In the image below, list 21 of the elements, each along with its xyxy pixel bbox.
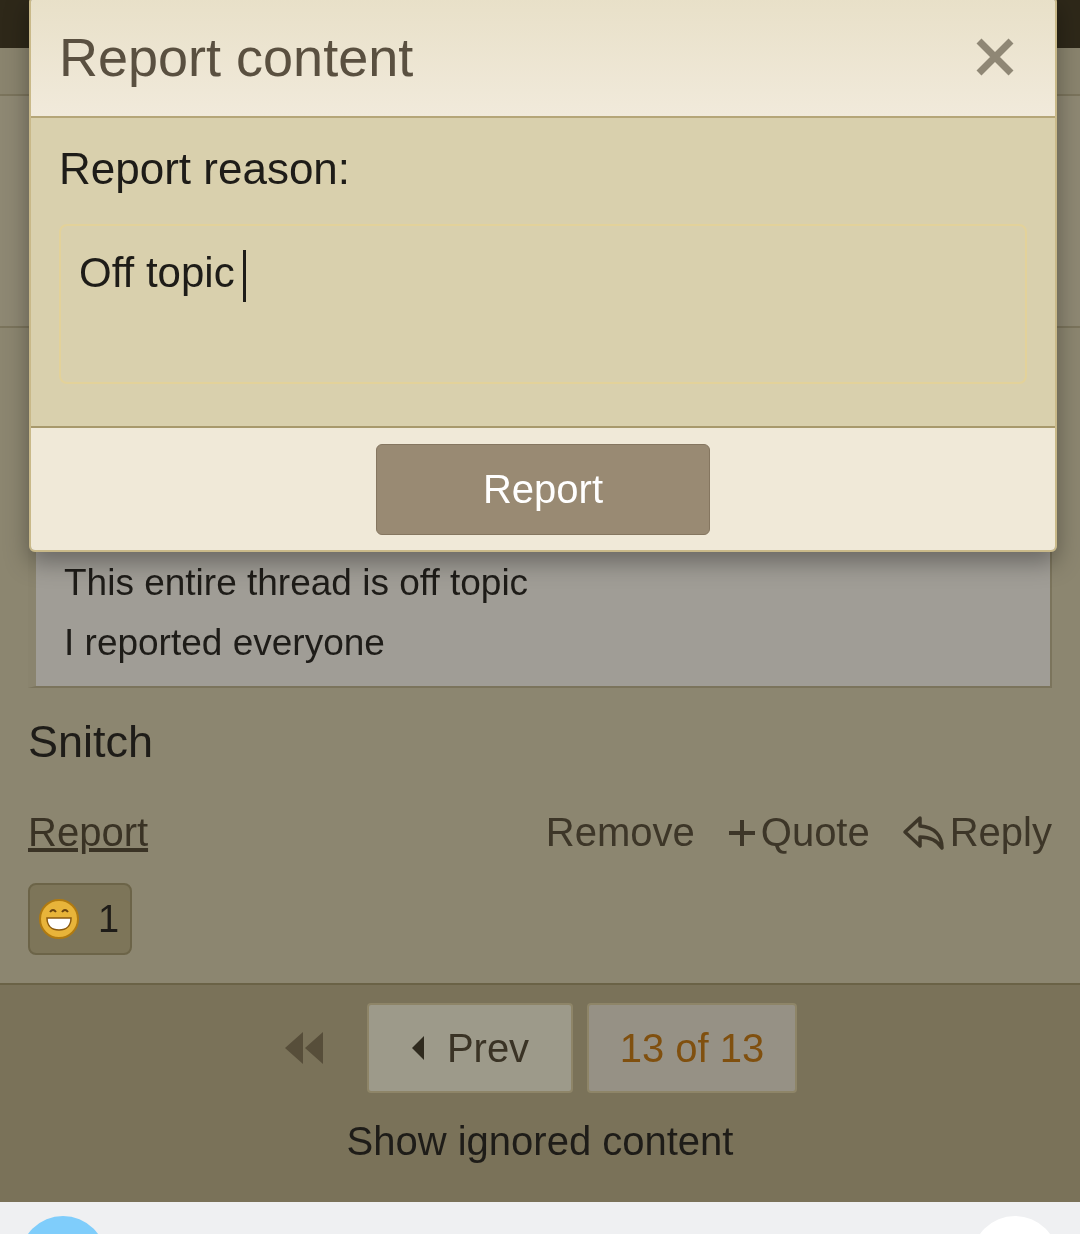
dialog-title: Report content [59,26,414,88]
post-action-button[interactable]: Remove [545,810,695,855]
post-action-button[interactable]: Quote [726,810,870,855]
field-label: Report reason: [59,144,352,194]
quote-text: I reported everyone [64,621,386,665]
quote-text: This entire thread is off topic [64,561,530,605]
post-action-button[interactable]: Reply [901,810,1052,855]
plus-icon [726,817,757,848]
caret-left-icon [410,1035,425,1061]
page-indicator[interactable]: 13 of 13 [587,1003,797,1093]
post-text: Snitch [28,716,155,768]
reaction-badge[interactable]: 1 [28,883,132,955]
report-link[interactable]: Report [28,810,149,855]
show-ignored-link[interactable]: Show ignored content [346,1119,734,1164]
grinning-emoji-icon [38,898,80,940]
report-button[interactable]: Report [376,443,710,535]
prev-button[interactable]: Prev [367,1003,573,1093]
reaction-count: 1 [98,897,120,941]
reason-field[interactable]: Off topic [59,224,1027,384]
reply-icon [901,813,946,852]
close-button[interactable] [975,37,1015,77]
